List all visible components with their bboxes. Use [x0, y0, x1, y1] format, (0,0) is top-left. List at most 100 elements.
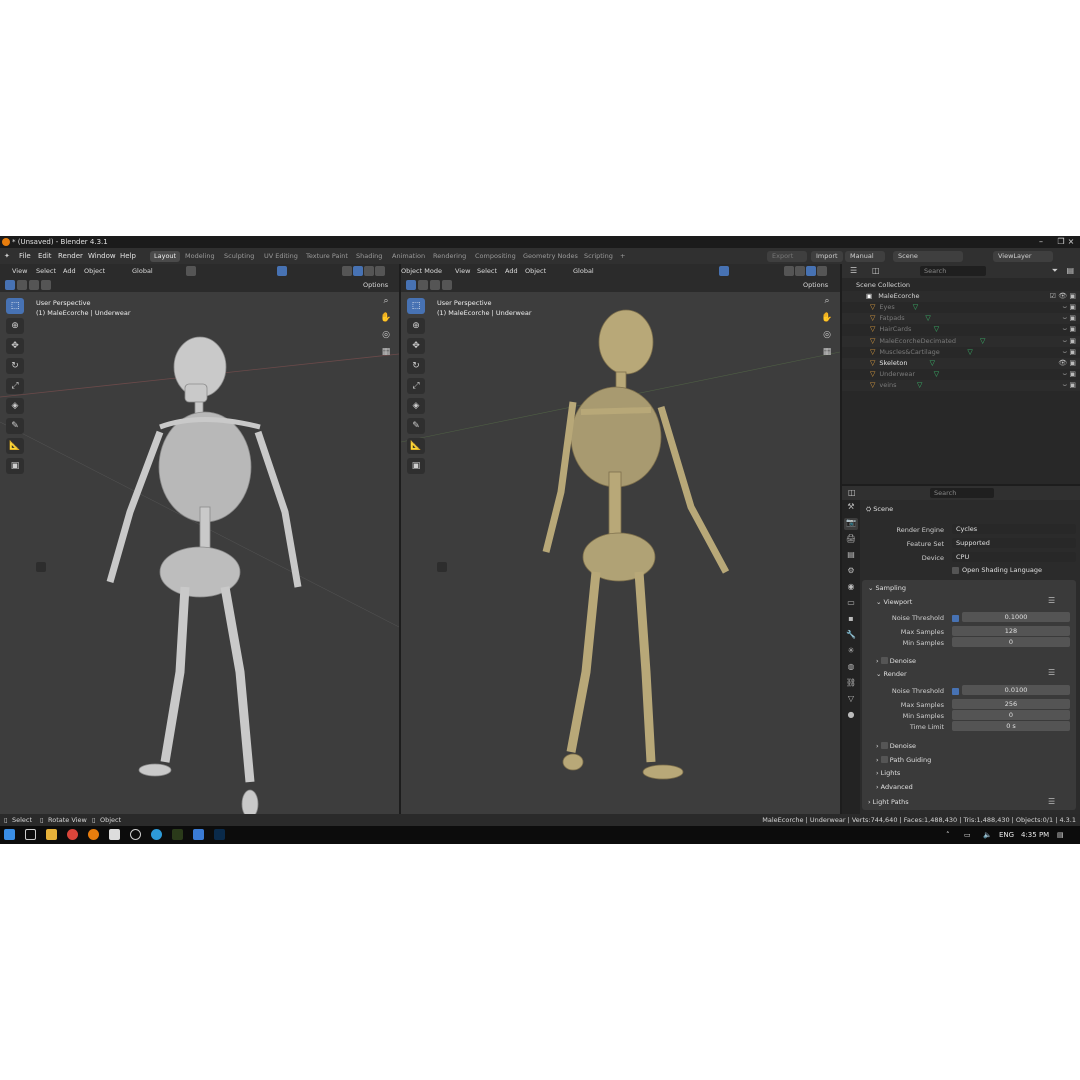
outliner-item[interactable]: ▽ veins ▽ ⌣ ▣ [842, 380, 1080, 392]
camera-view-icon[interactable]: ◎ [379, 330, 393, 344]
select-mode-new-icon[interactable] [406, 280, 416, 290]
app-icon-4[interactable] [172, 829, 183, 840]
app-icon-2[interactable] [130, 829, 141, 840]
task-view-icon[interactable] [25, 829, 36, 840]
proportional-edit-icon[interactable] [186, 266, 196, 276]
add-cube-tool-icon[interactable]: ▣ [407, 458, 425, 474]
tray-chevron-icon[interactable]: ˄ [946, 831, 950, 839]
language-indicator[interactable]: ENG [999, 831, 1014, 839]
shading-solid-icon[interactable] [795, 266, 805, 276]
mesh-data-icon[interactable]: ▽ [925, 313, 930, 324]
clock[interactable]: 4:35 PM [1021, 831, 1049, 839]
file-explorer-icon[interactable] [46, 829, 57, 840]
notifications-icon[interactable]: ▤ [1057, 831, 1064, 839]
menu-window[interactable]: Window [88, 252, 116, 260]
cursor-tool-icon[interactable]: ⊕ [6, 318, 24, 334]
menu-edit[interactable]: Edit [38, 252, 52, 260]
select-mode-invert-icon[interactable] [41, 280, 51, 290]
outliner-item[interactable]: ▽ Fatpads ▽ ⌣ ▣ [842, 313, 1080, 325]
select-box-tool-icon[interactable]: ⬚ [6, 298, 24, 314]
viewport-left-menu-view[interactable]: View [12, 267, 27, 275]
viewport-subpanel-header[interactable]: ⌄ Viewport [876, 598, 912, 606]
blender-taskbar-icon[interactable] [88, 829, 99, 840]
render-engine-dropdown[interactable]: Cycles [952, 524, 1076, 534]
render-tab-icon[interactable]: 📷 [844, 518, 858, 530]
visibility-icons[interactable]: ☑ 👁 ▣ [1050, 291, 1076, 302]
ortho-grid-icon[interactable]: ▦ [820, 347, 834, 361]
pan-hand-icon[interactable]: ✋ [820, 313, 834, 327]
feature-set-dropdown[interactable]: Supported [952, 538, 1076, 548]
viewport-left-menu-select[interactable]: Select [36, 267, 56, 275]
export-button[interactable]: Export [767, 251, 807, 262]
outliner-item[interactable]: ▽ MaleEcorcheDecimated ▽ ⌣ ▣ [842, 335, 1080, 347]
outliner-item[interactable]: ▽ Underwear ▽ ⌣ ▣ [842, 369, 1080, 380]
constraints-tab-icon[interactable]: ⛓ [844, 678, 858, 690]
sampling-header[interactable]: ⌄ Sampling [868, 584, 906, 592]
outliner-item[interactable]: ▽ HairCards ▽ ⌣ ▣ [842, 324, 1080, 335]
tab-uv-editing[interactable]: UV Editing [260, 251, 302, 262]
properties-search-input[interactable]: Search [930, 488, 994, 498]
modifier-tab-icon[interactable]: 🔧 [844, 630, 858, 642]
viewport-presets-icon[interactable]: ☰ [1048, 596, 1055, 605]
menu-render[interactable]: Render [58, 252, 83, 260]
pan-hand-icon[interactable]: ✋ [379, 313, 393, 327]
viewport-right[interactable]: Object Mode View Select Add Object Globa… [401, 264, 840, 814]
world-tab-icon[interactable]: ◉ [844, 582, 858, 594]
viewport-left-transform-orientation[interactable]: Global [132, 267, 153, 275]
viewport-max-samples-field[interactable]: 128 [952, 626, 1070, 636]
close-icon[interactable]: × [1060, 236, 1080, 248]
zoom-icon[interactable]: ⌕ [820, 296, 834, 310]
new-collection-icon[interactable]: ▤ [1066, 266, 1074, 275]
annotate-tool-icon[interactable]: ✎ [6, 418, 24, 434]
light-paths-header[interactable]: › Light Paths [868, 798, 909, 806]
measure-tool-icon[interactable]: 📐 [407, 438, 425, 454]
transform-tool-icon[interactable]: ◈ [407, 398, 425, 414]
collection-tab-icon[interactable]: ▭ [844, 598, 858, 610]
light-paths-presets-icon[interactable]: ☰ [1048, 797, 1055, 806]
view-layer-selector[interactable]: ViewLayer [993, 251, 1053, 262]
rotate-tool-icon[interactable]: ↻ [407, 358, 425, 374]
viewport-left-menu-object[interactable]: Object [84, 267, 105, 275]
add-workspace-button[interactable]: + [616, 251, 629, 262]
render-denoise-checkbox[interactable] [880, 742, 888, 749]
mesh-data-icon[interactable]: ▽ [934, 324, 939, 335]
outliner-search-input[interactable]: Search [920, 266, 986, 276]
render-presets-icon[interactable]: ☰ [1048, 668, 1055, 677]
viewport-left-menu-add[interactable]: Add [63, 267, 76, 275]
time-limit-field[interactable]: 0 s [952, 721, 1070, 731]
osl-checkbox[interactable] [952, 567, 959, 574]
path-guiding-header[interactable]: › Path Guiding [876, 755, 931, 764]
view-layer-tab-icon[interactable]: ▤ [844, 550, 858, 562]
shading-wireframe-icon[interactable] [784, 266, 794, 276]
outliner-item[interactable]: ▽ Skeleton ▽ 👁 ▣ [842, 358, 1080, 369]
viewport-right-menu-object[interactable]: Object [525, 267, 546, 275]
render-noise-threshold-checkbox[interactable] [952, 688, 959, 695]
viewport-noise-threshold-checkbox[interactable] [952, 615, 959, 622]
cursor-tool-icon[interactable]: ⊕ [407, 318, 425, 334]
mesh-data-icon[interactable]: ▽ [980, 336, 985, 347]
photoshop-icon[interactable] [214, 829, 225, 840]
menu-file[interactable]: File [19, 252, 31, 260]
shading-solid-icon[interactable] [353, 266, 363, 276]
outliner-item[interactable]: ▽ Muscles&Cartilage ▽ ⌣ ▣ [842, 347, 1080, 358]
particles-tab-icon[interactable]: ✳ [844, 646, 858, 658]
tab-texture-paint[interactable]: Texture Paint [302, 251, 352, 262]
viewport-right-transform-orientation[interactable]: Global [573, 267, 594, 275]
filter-icon[interactable]: ⏷ [1052, 266, 1058, 276]
viewport-denoise-checkbox[interactable] [880, 657, 888, 664]
device-dropdown[interactable]: CPU [952, 552, 1076, 562]
render-denoise-header[interactable]: › Denoise [876, 741, 916, 750]
viewport-right-menu-add[interactable]: Add [505, 267, 518, 275]
camera-view-icon[interactable]: ◎ [820, 330, 834, 344]
tab-layout[interactable]: Layout [150, 251, 181, 262]
visibility-toggle-icon[interactable]: ⌣ ▣ [1063, 324, 1076, 335]
viewport-min-samples-field[interactable]: 0 [952, 637, 1070, 647]
tab-rendering[interactable]: Rendering [429, 251, 470, 262]
add-cube-tool-icon[interactable]: ▣ [6, 458, 24, 474]
annotate-tool-icon[interactable]: ✎ [407, 418, 425, 434]
scene-tab-icon[interactable]: ⚙ [844, 566, 858, 578]
data-tab-icon[interactable]: ▽ [844, 694, 858, 706]
physics-tab-icon[interactable]: ◍ [844, 662, 858, 674]
tab-animation[interactable]: Animation [388, 251, 429, 262]
menu-help[interactable]: Help [120, 252, 136, 260]
